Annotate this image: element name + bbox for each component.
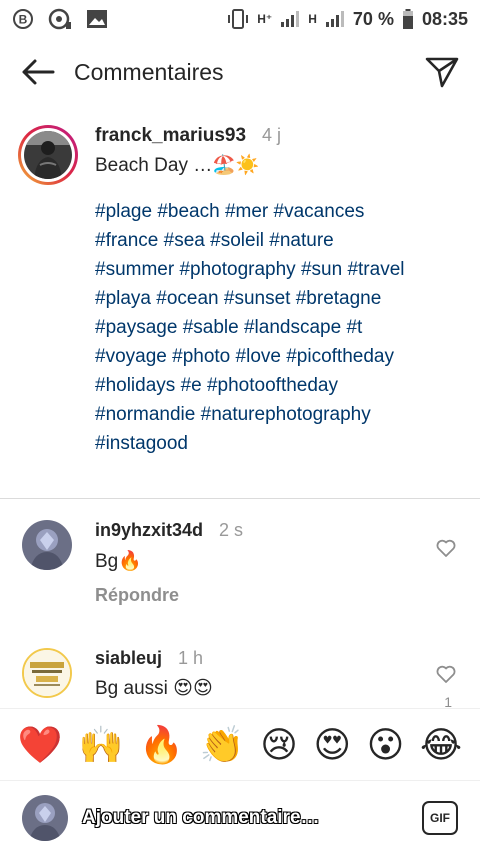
hashtag-link[interactable]: #voyage bbox=[95, 346, 167, 367]
gif-button[interactable]: GIF bbox=[422, 800, 458, 835]
hashtag-link[interactable]: #love bbox=[236, 346, 281, 367]
reply-button[interactable]: Répondre bbox=[95, 585, 243, 606]
comment-time: 1 h bbox=[178, 648, 204, 668]
hashtag-list: #plage #beach #mer #vacances #france #se… bbox=[95, 197, 405, 458]
hashtag-link[interactable]: #photooftheday bbox=[207, 375, 338, 396]
send-button[interactable] bbox=[422, 52, 462, 92]
heart-outline-icon bbox=[436, 665, 456, 683]
hashtag-link[interactable]: #france bbox=[95, 230, 158, 251]
hashtag-link[interactable]: #vacances bbox=[274, 201, 365, 222]
caption-text: Beach Day …🏖️☀️ bbox=[95, 155, 260, 176]
signal-icon-2 bbox=[325, 10, 345, 28]
status-left: B bbox=[12, 8, 108, 30]
hashtag-link[interactable]: #bretagne bbox=[296, 288, 382, 309]
emoji-reaction-button[interactable]: 😂 bbox=[420, 726, 462, 763]
battery-percent: 70 % bbox=[352, 8, 394, 29]
hashtag-link[interactable]: #beach bbox=[157, 201, 219, 222]
arrow-left-icon bbox=[22, 59, 55, 85]
paper-plane-icon bbox=[425, 57, 459, 88]
hashtag-link[interactable]: #travel bbox=[347, 259, 404, 280]
network-type-1: H⁺ bbox=[257, 12, 273, 26]
clock: 08:35 bbox=[421, 8, 468, 29]
hashtag-link[interactable]: #sun bbox=[301, 259, 342, 280]
comment-username[interactable]: siableuj bbox=[95, 648, 162, 669]
divider bbox=[0, 498, 480, 499]
hashtag-link[interactable]: #paysage bbox=[95, 317, 177, 338]
hashtag-link[interactable]: #picoftheday bbox=[286, 346, 394, 367]
hashtag-link[interactable]: #normandie bbox=[95, 404, 195, 425]
hashtag-link[interactable]: #soleil bbox=[210, 230, 264, 251]
app-header: Commentaires bbox=[0, 38, 480, 106]
status-right: H⁺ H 70 % 08:35 bbox=[227, 8, 468, 30]
caption-username[interactable]: franck_marius93 bbox=[95, 125, 246, 147]
battery-icon bbox=[402, 8, 414, 30]
hashtag-link[interactable]: #ocean bbox=[156, 288, 218, 309]
composer-avatar bbox=[22, 794, 68, 841]
hashtag-link[interactable]: #photo bbox=[172, 346, 230, 367]
comment-item: in9yhzxit34d 2 s Bg🔥 Répondre bbox=[22, 520, 458, 606]
caption-time: 4 j bbox=[262, 125, 282, 145]
comment-input[interactable]: Ajouter un commentaire… bbox=[82, 807, 320, 829]
hashtag-link[interactable]: #nature bbox=[269, 230, 333, 251]
hashtag-link[interactable]: #summer bbox=[95, 259, 174, 280]
hashtag-link[interactable]: #playa bbox=[95, 288, 151, 309]
vibrate-icon bbox=[227, 8, 249, 30]
comment-composer: Ajouter un commentaire… GIF bbox=[0, 780, 480, 854]
caption-avatar[interactable] bbox=[18, 125, 78, 185]
emoji-reaction-bar: ❤️ 🙌 🔥 👏 😢 😍 😮 😂 bbox=[0, 708, 480, 780]
comment-text: Bg🔥 bbox=[95, 551, 142, 572]
page-title: Commentaires bbox=[74, 58, 224, 85]
status-bar: B H⁺ H 70 % 08:35 bbox=[0, 0, 480, 38]
like-button[interactable] bbox=[434, 536, 458, 560]
emoji-reaction-button[interactable]: 😍 bbox=[313, 726, 351, 763]
hashtag-link[interactable]: #sable bbox=[183, 317, 239, 338]
hashtag-link[interactable]: #t bbox=[346, 317, 362, 338]
signal-icon-1 bbox=[280, 10, 300, 28]
hashtag-link[interactable]: #plage bbox=[95, 201, 152, 222]
hashtag-link[interactable]: #instagood bbox=[95, 433, 188, 454]
svg-text:B: B bbox=[19, 13, 28, 27]
comment-avatar[interactable] bbox=[22, 648, 72, 698]
image-icon bbox=[86, 9, 108, 29]
podcast-icon bbox=[48, 8, 72, 30]
hashtag-link[interactable]: #holidays bbox=[95, 375, 175, 396]
like-button[interactable] bbox=[434, 662, 458, 686]
hashtag-link[interactable]: #naturephotography bbox=[201, 404, 371, 425]
caption-body: franck_marius93 4 j Beach Day …🏖️☀️ #pla… bbox=[95, 125, 405, 458]
comment-avatar[interactable] bbox=[22, 520, 72, 570]
hashtag-link[interactable]: #e bbox=[181, 375, 202, 396]
b-circle-icon: B bbox=[12, 8, 34, 30]
post-caption: franck_marius93 4 j Beach Day …🏖️☀️ #pla… bbox=[18, 125, 462, 458]
emoji-reaction-button[interactable]: 😢 bbox=[260, 726, 298, 763]
hashtag-link[interactable]: #sunset bbox=[224, 288, 291, 309]
hashtag-link[interactable]: #mer bbox=[225, 201, 268, 222]
comment-text: Bg aussi 😍😍 bbox=[95, 678, 213, 699]
emoji-reaction-button[interactable]: 👏 bbox=[200, 726, 245, 763]
hashtag-link[interactable]: #landscape bbox=[244, 317, 341, 338]
avatar-photo bbox=[24, 131, 72, 179]
comment-item: siableuj 1 h Bg aussi 😍😍 1 bbox=[22, 648, 458, 710]
hashtag-link[interactable]: #photography bbox=[179, 259, 295, 280]
comment-time: 2 s bbox=[219, 520, 244, 540]
hashtag-link[interactable]: #sea bbox=[164, 230, 205, 251]
back-button[interactable] bbox=[18, 52, 58, 92]
network-type-2: H bbox=[308, 12, 317, 26]
emoji-reaction-button[interactable]: ❤️ bbox=[18, 726, 63, 763]
emoji-reaction-button[interactable]: 🔥 bbox=[139, 726, 184, 763]
emoji-reaction-button[interactable]: 😮 bbox=[367, 726, 405, 763]
emoji-reaction-button[interactable]: 🙌 bbox=[78, 726, 123, 763]
comment-username[interactable]: in9yhzxit34d bbox=[95, 520, 203, 541]
heart-outline-icon bbox=[436, 539, 456, 557]
